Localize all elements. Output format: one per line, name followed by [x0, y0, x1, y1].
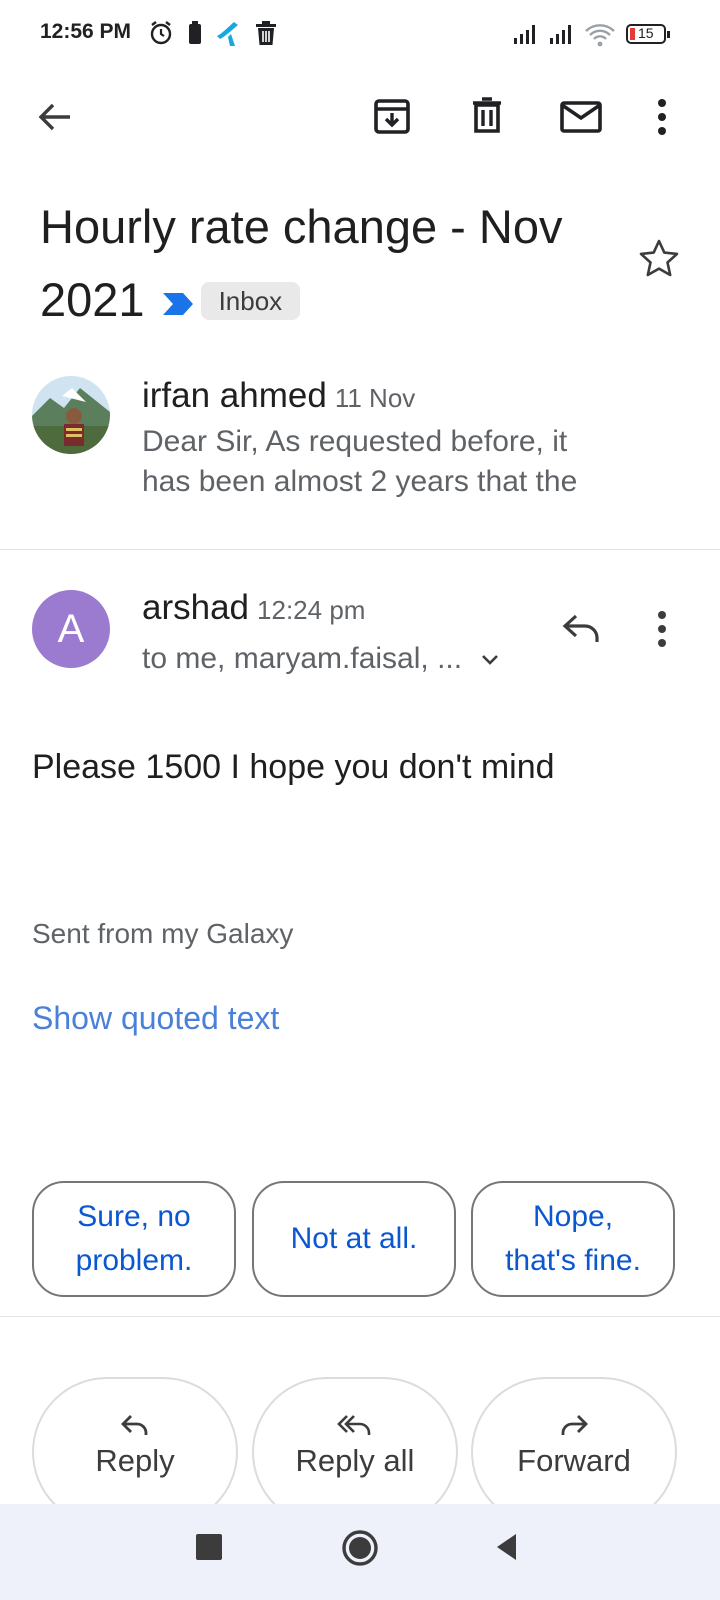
- chevron-down-icon: [482, 655, 499, 665]
- sender-name: irfan ahmed: [142, 376, 327, 415]
- back-nav-icon[interactable]: [494, 1532, 518, 1562]
- star-icon[interactable]: [638, 238, 680, 278]
- reply-icon: [121, 1415, 148, 1435]
- smart-reply-chip[interactable]: Nope, that's fine.: [471, 1181, 675, 1297]
- back-arrow-icon[interactable]: [36, 98, 74, 136]
- message-time: 12:24 pm: [257, 595, 366, 625]
- signature-text: Sent from my Galaxy: [32, 918, 294, 949]
- alarm-icon: [150, 21, 172, 45]
- recipients-toggle[interactable]: to me, maryam.faisal, ...: [142, 642, 500, 676]
- archive-icon[interactable]: [372, 96, 412, 136]
- signal-2-icon: [550, 25, 571, 44]
- message-header: arshad 12:24 pm: [142, 588, 365, 628]
- recents-icon[interactable]: [196, 1534, 222, 1560]
- home-icon[interactable]: [340, 1528, 380, 1568]
- show-quoted-text-link[interactable]: Show quoted text: [32, 1000, 279, 1037]
- recipients-text: to me, maryam.faisal, ...: [142, 642, 463, 675]
- more-vert-icon[interactable]: [654, 98, 670, 136]
- email-subject: Hourly rate change - Nov 2021 Inbox: [40, 190, 630, 336]
- smart-reply-chip[interactable]: Sure, no problem.: [32, 1181, 236, 1297]
- sender-avatar-photo: [32, 376, 110, 454]
- message-date: 11 Nov: [334, 383, 416, 413]
- delete-icon[interactable]: [470, 96, 504, 136]
- battery-icon: 15: [626, 24, 670, 44]
- snippet-line: has been almost 2 years that the: [142, 465, 578, 498]
- smart-reply-line: Not at all.: [290, 1222, 418, 1255]
- important-marker-icon[interactable]: [161, 291, 195, 317]
- wifi-icon: [585, 24, 615, 47]
- reply-label: Reply: [95, 1443, 175, 1478]
- divider: [0, 1316, 720, 1317]
- battery-level: 15: [638, 25, 654, 41]
- smart-reply-chip[interactable]: Not at all.: [252, 1181, 456, 1297]
- mail-icon[interactable]: [559, 100, 603, 134]
- smart-reply-line: problem.: [75, 1244, 193, 1277]
- subject-text: Hourly rate change - Nov 2021: [40, 200, 563, 326]
- system-navigation-bar: [0, 1504, 720, 1600]
- message-snippet: Dear Sir, As requested before, it has be…: [142, 422, 642, 502]
- signal-1-icon: [514, 25, 535, 44]
- reply-all-icon: [337, 1415, 371, 1435]
- forward-icon: [561, 1415, 588, 1435]
- message-more-icon[interactable]: [654, 610, 670, 648]
- reply-icon[interactable]: [562, 612, 600, 644]
- smart-reply-line: Nope,: [532, 1200, 614, 1233]
- inbox-label-chip[interactable]: Inbox: [200, 281, 301, 320]
- sender-name: arshad: [142, 588, 250, 627]
- battery-saver-icon: [189, 21, 201, 44]
- snippet-line: Dear Sir, As requested before, it: [142, 425, 568, 458]
- trash-notification-icon: [256, 21, 276, 45]
- status-time: 12:56 PM: [40, 20, 132, 43]
- smart-reply-line: Sure, no: [77, 1200, 191, 1233]
- collapsed-message[interactable]: irfan ahmed 11 Nov Dear Sir, As requested…: [0, 360, 720, 540]
- forward-label: Forward: [517, 1443, 631, 1478]
- reply-all-label: Reply all: [295, 1443, 415, 1478]
- divider: [0, 549, 720, 550]
- telenor-icon: [217, 22, 238, 46]
- smart-reply-line: that's fine.: [505, 1244, 641, 1277]
- message-body: Please 1500 I hope you don't mind: [32, 748, 555, 786]
- sender-avatar-letter: A: [32, 590, 110, 668]
- message-header: irfan ahmed 11 Nov: [142, 376, 415, 416]
